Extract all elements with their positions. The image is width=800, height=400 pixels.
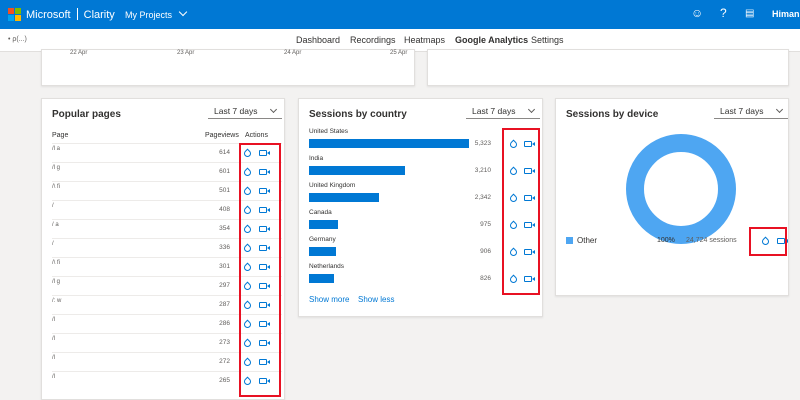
chevron-down-icon bbox=[775, 105, 784, 114]
column-header-pageviews: Pageviews bbox=[205, 132, 239, 139]
pageviews-value: 354 bbox=[219, 225, 230, 232]
chevron-down-icon bbox=[178, 7, 188, 17]
page-path[interactable]: /l bbox=[52, 336, 62, 343]
popular-pages-title: Popular pages bbox=[52, 109, 121, 120]
sessions-by-country-title: Sessions by country bbox=[309, 109, 407, 120]
show-less-link[interactable]: Show less bbox=[358, 295, 394, 304]
page-path[interactable]: /l g bbox=[52, 165, 62, 172]
pageviews-value: 301 bbox=[219, 263, 230, 270]
range-label: Last 7 days bbox=[214, 106, 258, 116]
page-path[interactable]: / bbox=[52, 203, 62, 210]
date-label: 22 Apr bbox=[70, 50, 88, 56]
chevron-down-icon bbox=[269, 105, 278, 114]
brand-microsoft: Microsoft bbox=[26, 9, 71, 21]
pageviews-value: 272 bbox=[219, 358, 230, 365]
country-bar bbox=[309, 220, 338, 229]
country-bar bbox=[309, 139, 469, 148]
page-path[interactable]: / bbox=[52, 241, 62, 248]
sessions-by-device-title: Sessions by device bbox=[566, 109, 659, 120]
tab-heatmaps[interactable]: Heatmaps bbox=[404, 35, 445, 45]
legend-label: Other bbox=[577, 236, 598, 245]
country-name: Germany bbox=[309, 236, 336, 243]
page-path[interactable]: /l g bbox=[52, 279, 62, 286]
pageviews-value: 614 bbox=[219, 149, 230, 156]
column-header-page: Page bbox=[52, 132, 69, 139]
app-brand[interactable]: Microsoft Clarity bbox=[26, 8, 115, 21]
country-bar bbox=[309, 193, 379, 202]
highlight-box bbox=[749, 227, 787, 256]
country-sessions-value: 975 bbox=[480, 221, 491, 228]
top-bar: Microsoft Clarity My Projects ☺ ? ▤ Himan… bbox=[0, 0, 800, 29]
my-projects-label: My Projects bbox=[125, 10, 173, 20]
document-icon[interactable]: ▤ bbox=[745, 8, 754, 19]
microsoft-logo-icon bbox=[8, 8, 21, 21]
user-name[interactable]: Himans bbox=[772, 9, 800, 19]
tab-recordings[interactable]: Recordings bbox=[350, 35, 396, 45]
tab-dashboard[interactable]: Dashboard bbox=[296, 35, 340, 45]
country-sessions-value: 826 bbox=[480, 275, 491, 282]
brand-clarity: Clarity bbox=[83, 9, 115, 21]
country-bar bbox=[309, 247, 336, 256]
pageviews-value: 286 bbox=[219, 320, 230, 327]
page-path[interactable]: /l bbox=[52, 317, 62, 324]
pageviews-value: 265 bbox=[219, 377, 230, 384]
pageviews-value: 297 bbox=[219, 282, 230, 289]
legend-swatch bbox=[566, 237, 573, 244]
device-sessions: 24,724 sessions bbox=[686, 237, 737, 244]
my-projects-dropdown[interactable]: My Projects bbox=[125, 7, 188, 20]
smiley-feedback-icon[interactable]: ☺ bbox=[691, 6, 703, 20]
date-label: 25 Apr bbox=[390, 50, 408, 56]
pageviews-value: 601 bbox=[219, 168, 230, 175]
tab-settings[interactable]: Settings bbox=[531, 35, 564, 45]
country-sessions-value: 906 bbox=[480, 248, 491, 255]
project-name: • ρ(...) bbox=[8, 36, 27, 43]
popular-pages-card: Popular pages Last 7 days Page Pageviews… bbox=[41, 98, 285, 400]
highlight-box bbox=[502, 128, 540, 295]
page-path[interactable]: /\ fi bbox=[52, 184, 62, 191]
country-name: India bbox=[309, 155, 324, 162]
country-sessions-value: 3,210 bbox=[474, 167, 491, 174]
traffic-chart-card: 22 Apr 23 Apr 24 Apr 25 Apr bbox=[41, 49, 415, 86]
country-name: Canada bbox=[309, 209, 332, 216]
highlight-box bbox=[239, 143, 281, 397]
country-range-dropdown[interactable]: Last 7 days bbox=[466, 105, 540, 119]
pageviews-value: 273 bbox=[219, 339, 230, 346]
page-path[interactable]: /l bbox=[52, 355, 62, 362]
page-path[interactable]: /l a bbox=[52, 146, 62, 153]
device-percent: 100% bbox=[657, 237, 675, 244]
range-label: Last 7 days bbox=[472, 106, 516, 116]
country-name: Netherlands bbox=[309, 263, 345, 270]
date-label: 24 Apr bbox=[284, 50, 302, 56]
sessions-by-country-card: Sessions by country Last 7 days United S… bbox=[298, 98, 543, 317]
device-donut-chart bbox=[626, 134, 736, 244]
popular-pages-range-dropdown[interactable]: Last 7 days bbox=[208, 105, 282, 119]
page-path[interactable]: /l bbox=[52, 374, 62, 381]
pageviews-value: 501 bbox=[219, 187, 230, 194]
page-path[interactable]: /: w bbox=[52, 298, 62, 305]
device-range-dropdown[interactable]: Last 7 days bbox=[714, 105, 788, 119]
date-label: 23 Apr bbox=[177, 50, 195, 56]
show-more-link[interactable]: Show more bbox=[309, 295, 349, 304]
column-header-actions: Actions bbox=[245, 132, 268, 139]
summary-card bbox=[427, 49, 789, 86]
pageviews-value: 287 bbox=[219, 301, 230, 308]
page-path[interactable]: /\ fi bbox=[52, 260, 62, 267]
country-name: United Kingdom bbox=[309, 182, 356, 189]
country-sessions-value: 2,342 bbox=[474, 194, 491, 201]
sessions-by-device-card: Sessions by device Last 7 days Other 100… bbox=[555, 98, 789, 296]
pageviews-value: 336 bbox=[219, 244, 230, 251]
range-label: Last 7 days bbox=[720, 106, 764, 116]
pageviews-value: 408 bbox=[219, 206, 230, 213]
country-bar bbox=[309, 166, 405, 175]
help-icon[interactable]: ? bbox=[720, 6, 727, 20]
country-bar bbox=[309, 274, 334, 283]
page-path[interactable]: / a bbox=[52, 222, 62, 229]
tab-google-analytics[interactable]: Google Analytics bbox=[455, 35, 529, 51]
country-sessions-value: 5,323 bbox=[474, 140, 491, 147]
country-name: United States bbox=[309, 128, 349, 135]
chevron-down-icon bbox=[527, 105, 536, 114]
